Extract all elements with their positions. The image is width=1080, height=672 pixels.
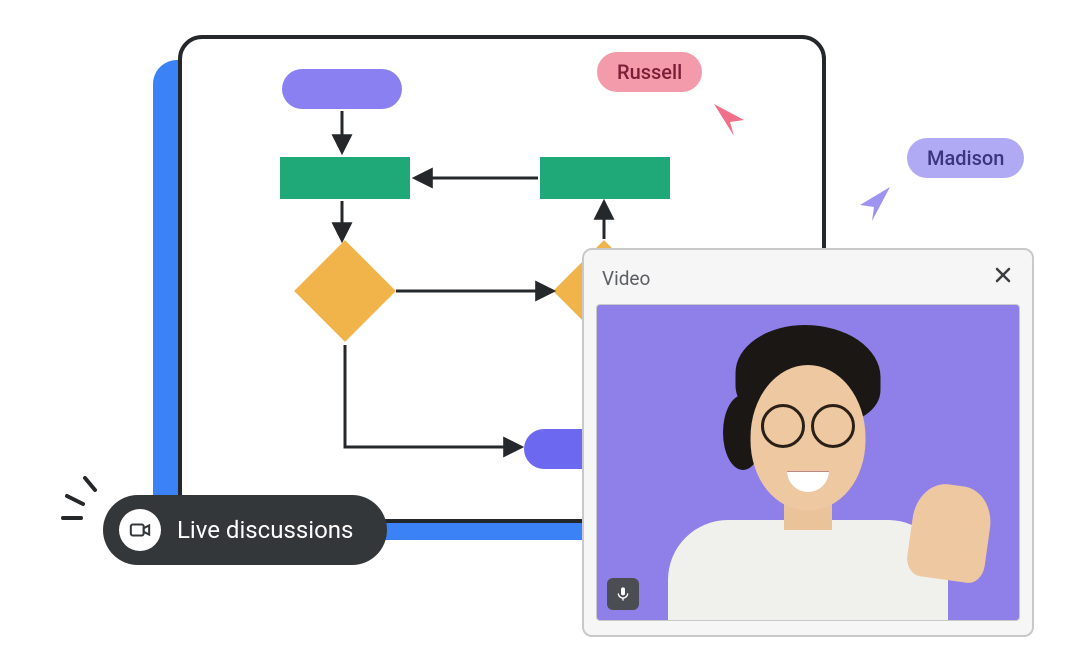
live-discussions-label: Live discussions: [177, 516, 353, 544]
glasses-icon: [761, 404, 855, 448]
close-icon: [994, 266, 1012, 284]
cursor-label: Madison: [927, 146, 1004, 170]
cursor-label: Russell: [617, 60, 682, 84]
microphone-button[interactable]: [607, 578, 639, 610]
cursor-arrow-icon: [854, 183, 894, 223]
live-discussions-pill[interactable]: Live discussions: [103, 495, 387, 565]
video-title: Video: [602, 267, 650, 290]
video-header: Video: [584, 250, 1032, 304]
cursor-arrow-icon: [710, 100, 750, 140]
person-body: [668, 520, 948, 621]
camera-icon: [119, 509, 161, 551]
cursor-russell: Russell: [597, 52, 702, 92]
waving-hand: [905, 480, 995, 585]
cursor-madison: Madison: [907, 138, 1024, 178]
emphasis-lines-icon: [55, 472, 105, 522]
video-panel[interactable]: Video: [582, 248, 1034, 637]
close-button[interactable]: [990, 262, 1016, 294]
video-frame: [596, 304, 1020, 621]
microphone-icon: [615, 586, 631, 602]
